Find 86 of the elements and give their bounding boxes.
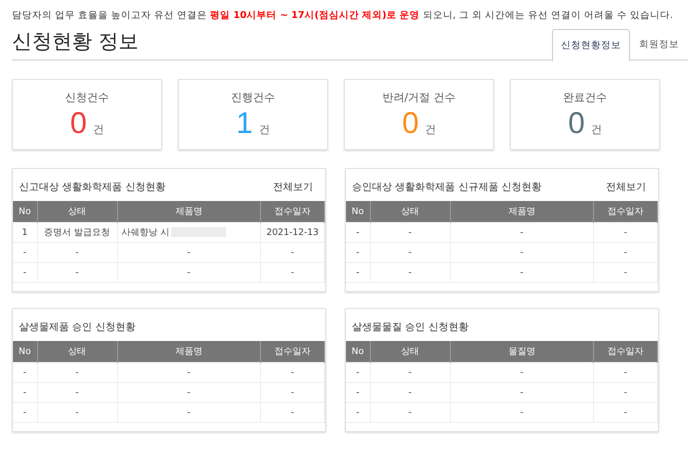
table-cell: -: [624, 268, 628, 278]
table-cell: 1: [22, 228, 28, 238]
column-header: 상태: [370, 201, 450, 222]
table-cell: -: [520, 248, 524, 258]
column-header: 접수일자: [260, 201, 324, 222]
stat-count: 1: [236, 107, 253, 141]
table-cell: -: [624, 248, 628, 258]
table-cell: -: [356, 228, 360, 238]
table-cell: -: [356, 248, 360, 258]
column-header: 접수일자: [594, 201, 658, 222]
notice-text: 담당자의 업무 효율을 높이고자 유선 연결은 평일 10시부터 ~ 17시(점심시간 제외)로 운영 되오니, 그 외 시간에는 유선 연결이 어려울 수 있습니다.: [12, 9, 674, 22]
table-cell: -: [290, 408, 294, 418]
stat-label: 완료건수: [563, 90, 607, 105]
panel-title: 살생물물질 승인 신청현황: [352, 321, 468, 334]
table-cell: -: [408, 368, 412, 378]
table-cell: 사쉐향낭 시: [122, 228, 170, 238]
table-cell: -: [23, 368, 26, 378]
table-cell: -: [356, 408, 360, 418]
table-cell: -: [187, 268, 190, 278]
column-header: No: [346, 341, 370, 362]
table-cell: -: [75, 268, 79, 278]
stat-unit: 건: [92, 122, 104, 137]
panel-title: 신고대상 생활화학제품 신청현황: [19, 181, 166, 194]
table-cell: -: [520, 388, 524, 398]
stat-label: 신청건수: [65, 90, 109, 105]
table-cell: -: [187, 388, 190, 398]
table-cell: -: [408, 268, 412, 278]
stat-count: 0: [70, 107, 87, 141]
table-cell: -: [520, 268, 524, 278]
table-cell: -: [624, 228, 628, 238]
table-cell: -: [408, 228, 412, 238]
table-cell: -: [520, 368, 524, 378]
table-cell: -: [356, 388, 360, 398]
stat-label: 반려/거절 건수: [382, 90, 456, 105]
table-cell: -: [408, 388, 412, 398]
stat-unit: 건: [424, 122, 436, 137]
table-cell: -: [408, 408, 412, 418]
column-header: 제품명: [117, 201, 260, 222]
table-cell: -: [23, 408, 26, 418]
column-header: No: [346, 201, 370, 222]
table-cell: -: [356, 268, 360, 278]
page-title: 신청현황 정보: [12, 28, 138, 55]
table-cell: -: [23, 268, 26, 278]
table-cell: -: [187, 408, 190, 418]
column-header: 상태: [37, 201, 117, 222]
table-cell: -: [624, 368, 628, 378]
view-all-link[interactable]: 전체보기: [606, 180, 646, 194]
stat-unit: 건: [258, 122, 270, 137]
stat-count: 0: [568, 107, 585, 141]
column-header: 접수일자: [260, 341, 324, 362]
column-header: No: [13, 201, 37, 222]
panel-title: 승인대상 생활화학제품 신규제품 신청현황: [352, 181, 542, 194]
stat-unit: 건: [590, 122, 602, 137]
table-cell: -: [23, 388, 26, 398]
table-cell: -: [624, 408, 628, 418]
table-cell: 증명서 발급요청: [44, 228, 110, 238]
table-cell: -: [290, 268, 294, 278]
view-all-link[interactable]: 전체보기: [273, 180, 313, 194]
table-cell: -: [187, 368, 190, 378]
column-header: 상태: [37, 341, 117, 362]
table-cell: -: [187, 248, 190, 258]
table-cell: -: [75, 408, 79, 418]
table-cell: -: [75, 248, 79, 258]
table-cell: -: [520, 228, 524, 238]
panel-title: 살생물제품 승인 신청현황: [19, 321, 136, 334]
tab[interactable]: 회원정보: [630, 29, 688, 59]
column-header: 접수일자: [594, 341, 658, 362]
stat-count: 0: [402, 107, 419, 141]
table-cell: -: [290, 388, 294, 398]
table-cell: 2021-12-13: [266, 228, 319, 238]
table-cell: -: [290, 368, 294, 378]
stat-label: 진행건수: [231, 90, 275, 105]
column-header: 물질명: [450, 341, 594, 362]
table-cell: -: [290, 248, 294, 258]
column-header: 상태: [370, 341, 450, 362]
table-cell: -: [356, 368, 360, 378]
column-header: 제품명: [450, 201, 594, 222]
table-cell: -: [408, 248, 412, 258]
column-header: No: [13, 341, 37, 362]
table-cell: -: [520, 408, 524, 418]
tab[interactable]: 신청현황정보: [552, 29, 630, 61]
table-cell: -: [75, 388, 79, 398]
table-cell: -: [23, 248, 26, 258]
table-cell: -: [624, 388, 628, 398]
table-cell: -: [75, 368, 79, 378]
column-header: 제품명: [117, 341, 260, 362]
